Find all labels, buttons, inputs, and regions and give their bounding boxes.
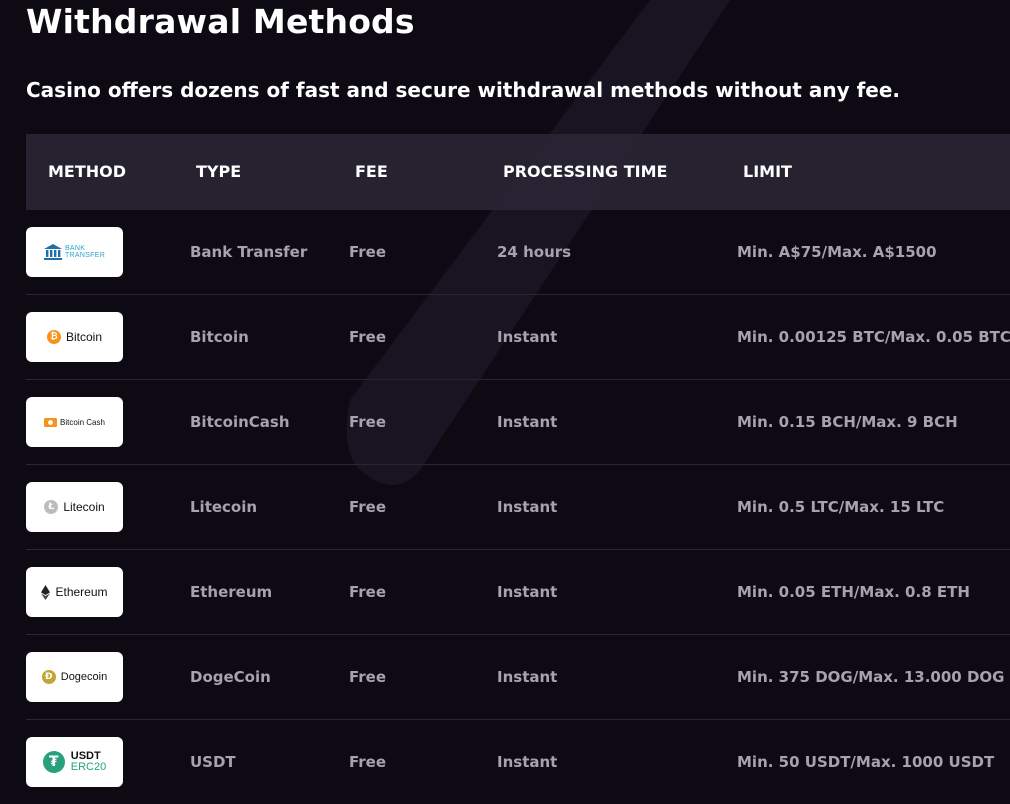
cell-type: BitcoinCash [190,413,290,431]
cell-fee: Free [349,243,387,261]
cell-limit: Min. A$75/Max. A$1500 [737,243,937,261]
cell-processing-time: 24 hours [497,243,572,261]
bank-icon [43,244,62,260]
cell-type: Bank Transfer [190,243,308,261]
cell-fee: Free [349,328,387,346]
litecoin-logo: Ł Litecoin [26,482,123,532]
cell-limit: Min. 0.00125 BTC/Max. 0.05 BTC [737,328,1010,346]
table-row: ₿ Bitcoin Bitcoin Free Instant Min. 0.00… [26,295,1010,380]
dogecoin-icon: Ð [41,670,56,684]
bitcoin-cash-icon [44,417,58,427]
cell-type: Ethereum [190,583,273,601]
page-subtitle: Casino offers dozens of fast and secure … [26,78,900,102]
table-row: Ð Dogecoin DogeCoin Free Instant Min. 37… [26,635,1010,720]
table-row: Ł Litecoin Litecoin Free Instant Min. 0.… [26,465,1010,550]
cell-fee: Free [349,413,387,431]
bank-logo-text: BANK [64,245,86,252]
header-method: METHOD [48,162,127,181]
header-processing-time: PROCESSING TIME [503,162,668,181]
cell-type: Litecoin [190,498,258,516]
bitcoin-logo-text: Bitcoin [65,330,103,344]
ethereum-icon [41,584,51,600]
cell-fee: Free [349,753,387,771]
cell-type: USDT [190,753,236,771]
table-row: Bitcoin Cash BitcoinCash Free Instant Mi… [26,380,1010,465]
dogecoin-logo: Ð Dogecoin [26,652,123,702]
cell-fee: Free [349,498,387,516]
header-fee: FEE [355,162,388,181]
cell-limit: Min. 0.05 ETH/Max. 0.8 ETH [737,583,970,601]
ethereum-logo-text: Ethereum [55,585,108,599]
bank-transfer-logo: BANK TRANSFER [26,227,123,277]
cell-processing-time: Instant [497,498,558,516]
cell-limit: Min. 0.5 LTC/Max. 15 LTC [737,498,945,516]
header-type: TYPE [196,162,242,181]
usdt-logo: ₮ USDT ERC20 [26,737,123,787]
dogecoin-logo-text: Dogecoin [60,671,108,683]
cell-fee: Free [349,668,387,686]
bitcoin-cash-logo: Bitcoin Cash [26,397,123,447]
cell-type: DogeCoin [190,668,271,686]
litecoin-icon: Ł [44,500,59,514]
bitcoin-cash-logo-text: Bitcoin Cash [60,417,105,427]
cell-limit: Min. 375 DOG/Max. 13.000 DOG [737,668,1005,686]
withdrawal-methods-table: METHOD TYPE FEE PROCESSING TIME LIMIT BA… [26,134,1010,804]
cell-processing-time: Instant [497,328,558,346]
ethereum-logo: Ethereum [26,567,123,617]
usdt-logo-subtext: ERC20 [70,761,107,773]
table-row: Ethereum Ethereum Free Instant Min. 0.05… [26,550,1010,635]
cell-processing-time: Instant [497,413,558,431]
header-limit: LIMIT [743,162,792,181]
table-header: METHOD TYPE FEE PROCESSING TIME LIMIT [26,134,1010,210]
cell-processing-time: Instant [497,753,558,771]
cell-processing-time: Instant [497,668,558,686]
cell-fee: Free [349,583,387,601]
table-row: BANK TRANSFER Bank Transfer Free 24 hour… [26,210,1010,295]
cell-limit: Min. 50 USDT/Max. 1000 USDT [737,753,995,771]
bank-logo-text-2: TRANSFER [64,252,106,259]
table-row: ₮ USDT ERC20 USDT Free Instant Min. 50 U… [26,720,1010,804]
page-title: Withdrawal Methods [26,2,415,41]
cell-type: Bitcoin [190,328,249,346]
tether-icon: ₮ [42,751,65,773]
cell-limit: Min. 0.15 BCH/Max. 9 BCH [737,413,958,431]
bitcoin-logo: ₿ Bitcoin [26,312,123,362]
cell-processing-time: Instant [497,583,558,601]
litecoin-logo-text: Litecoin [63,500,105,514]
bitcoin-icon: ₿ [46,330,61,344]
